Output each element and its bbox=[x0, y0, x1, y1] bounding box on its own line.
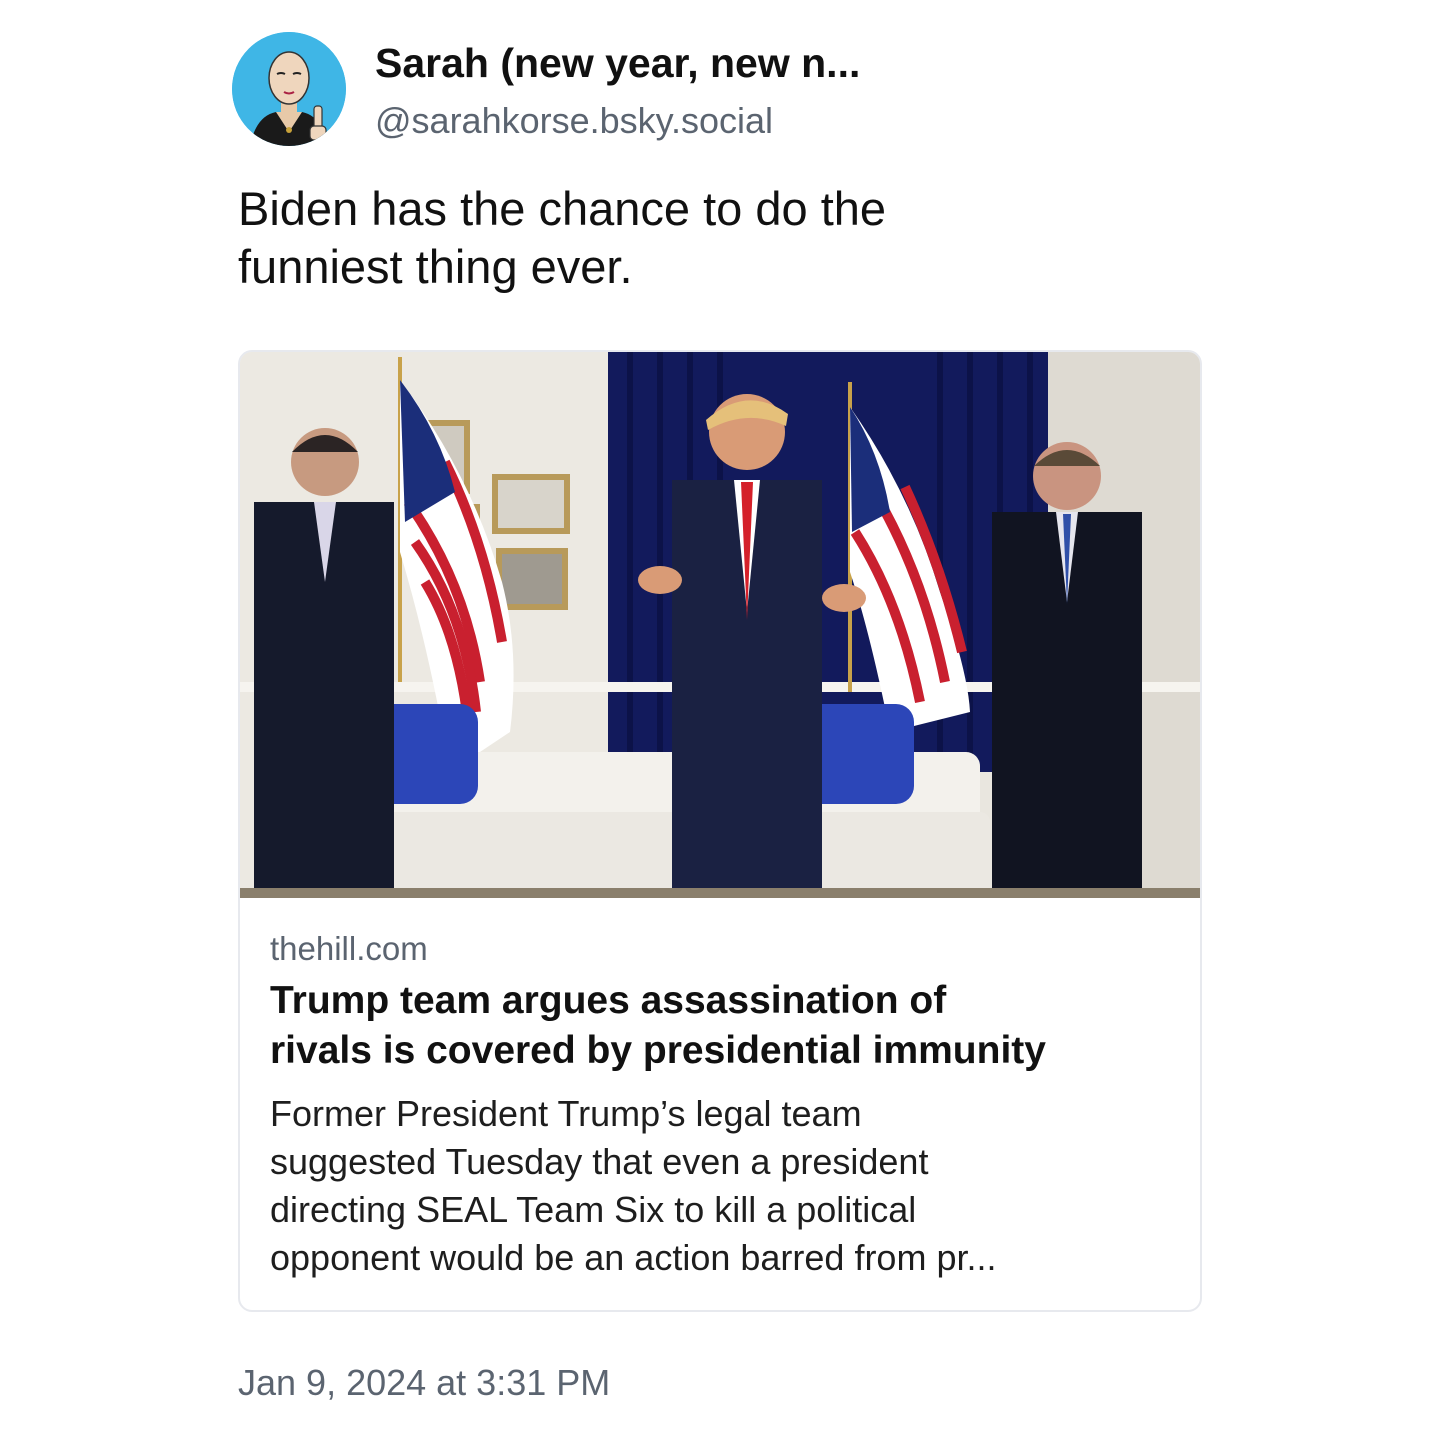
link-description-line: suggested Tuesday that even a president bbox=[270, 1141, 929, 1182]
link-title-line: rivals is covered by presidential immuni… bbox=[270, 1029, 1046, 1072]
link-title-line: Trump team argues assassination of bbox=[270, 979, 947, 1022]
link-description-line: Former President Trump’s legal team bbox=[270, 1093, 862, 1134]
post-text: Biden has the chance to do the funniest … bbox=[238, 180, 1138, 296]
link-description-line: opponent would be an action barred from … bbox=[270, 1237, 997, 1278]
author-handle[interactable]: @sarahkorse.bsky.social bbox=[375, 100, 773, 142]
link-title: Trump team argues assassination of rival… bbox=[270, 976, 1190, 1076]
link-description: Former President Trump’s legal team sugg… bbox=[270, 1090, 1190, 1282]
post-text-line: funniest thing ever. bbox=[238, 240, 633, 293]
link-preview-card[interactable]: thehill.com Trump team argues assassinat… bbox=[238, 350, 1202, 1312]
author-display-name[interactable]: Sarah (new year, new n... bbox=[375, 40, 860, 87]
post-timestamp[interactable]: Jan 9, 2024 at 3:31 PM bbox=[238, 1362, 610, 1404]
cartoon-avatar-icon bbox=[232, 32, 346, 146]
link-description-line: directing SEAL Team Six to kill a politi… bbox=[270, 1189, 917, 1230]
link-domain: thehill.com bbox=[270, 930, 428, 967]
author-avatar[interactable] bbox=[232, 32, 346, 146]
article-photo bbox=[240, 352, 1200, 898]
post-text-line: Biden has the chance to do the bbox=[238, 182, 887, 235]
